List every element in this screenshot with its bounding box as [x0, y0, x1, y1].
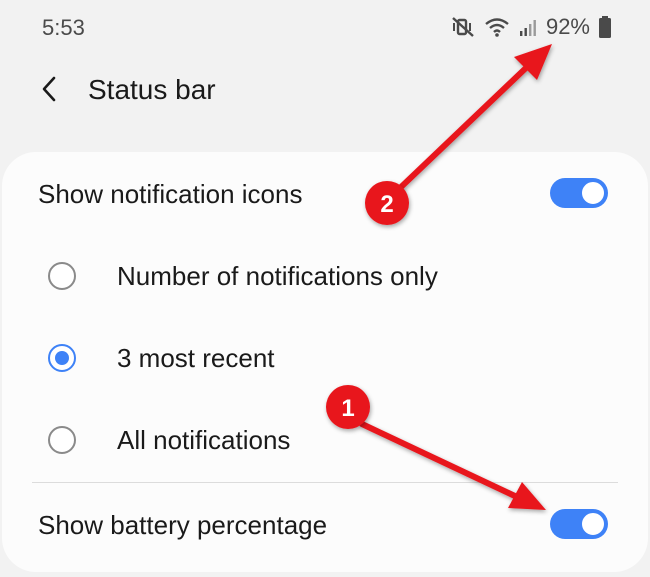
mute-vibrate-icon [452, 16, 476, 38]
radio-button-number-only[interactable] [48, 262, 76, 290]
radio-option-3-most-recent[interactable]: 3 most recent [2, 318, 648, 396]
show-notification-icons-row[interactable]: Show notification icons [2, 154, 648, 232]
status-time: 5:53 [42, 15, 85, 40]
radio-label-3-most-recent: 3 most recent [117, 343, 275, 373]
wifi-icon [484, 16, 510, 38]
radio-option-all-notifications[interactable]: All notifications [2, 400, 648, 478]
radio-label-number-only: Number of notifications only [117, 261, 438, 291]
system-status-bar: 5:53 92% [0, 0, 650, 56]
page-title: Status bar [88, 74, 216, 105]
battery-icon [598, 15, 612, 39]
chevron-left-icon[interactable] [34, 72, 68, 106]
settings-card: Show notification icons Number of notifi… [2, 152, 648, 572]
radio-button-3-most-recent[interactable] [48, 344, 76, 372]
radio-button-all-notifications[interactable] [48, 426, 76, 454]
battery-percentage-text: 92% [545, 14, 590, 39]
show-battery-percentage-label: Show battery percentage [38, 510, 328, 540]
page-header: Status bar [0, 60, 650, 122]
signal-icon [518, 17, 538, 37]
show-notification-icons-label: Show notification icons [38, 179, 303, 209]
radio-option-number-only[interactable]: Number of notifications only [2, 236, 648, 314]
show-battery-percentage-toggle[interactable] [550, 509, 608, 539]
status-icons: 92% [452, 14, 612, 40]
show-notification-icons-toggle[interactable] [550, 178, 608, 208]
divider [32, 482, 618, 483]
radio-label-all-notifications: All notifications [117, 425, 291, 455]
show-battery-percentage-row[interactable]: Show battery percentage [2, 484, 648, 562]
